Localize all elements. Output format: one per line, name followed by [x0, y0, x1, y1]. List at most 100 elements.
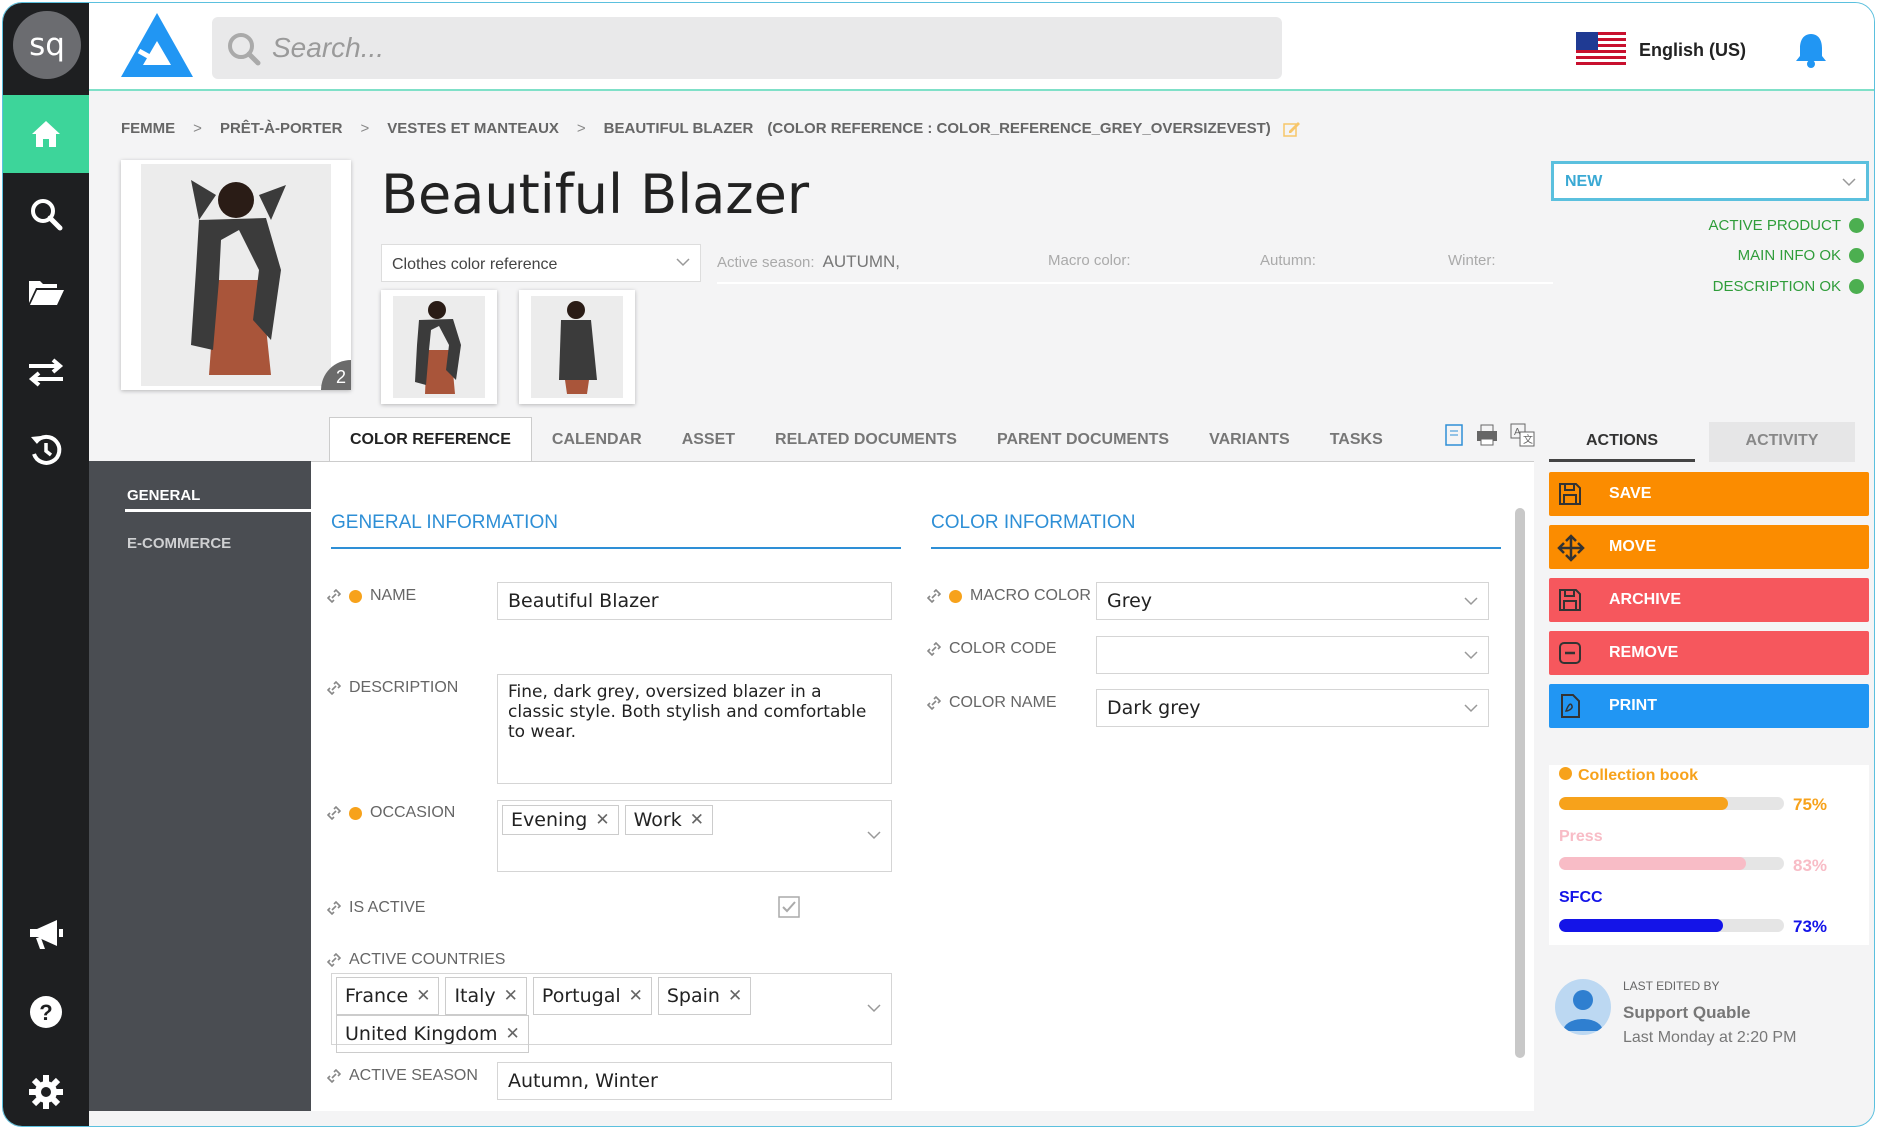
- language-selector[interactable]: English (US): [1639, 40, 1746, 61]
- translate-icon[interactable]: A文: [1510, 423, 1536, 447]
- status-check: DESCRIPTION OK: [1713, 278, 1864, 295]
- svg-text:文: 文: [1523, 433, 1533, 446]
- progress-sfcc-name: SFCC: [1559, 889, 1603, 906]
- link-icon: [927, 589, 941, 603]
- nav-transfer-button[interactable]: [3, 333, 89, 411]
- link-icon: [327, 589, 341, 603]
- progress-fill: [1559, 919, 1724, 932]
- search-input[interactable]: [272, 29, 1172, 67]
- remove-chip-icon[interactable]: ✕: [595, 810, 609, 830]
- history-icon: [31, 434, 62, 465]
- active-countries-multiselect[interactable]: France ✕ Italy ✕ Portugal ✕ Spain ✕ United Kingd…: [331, 973, 892, 1053]
- notification-bell-icon[interactable]: [1792, 31, 1830, 69]
- tab-asset[interactable]: ASSET: [662, 417, 755, 461]
- remove-chip-icon[interactable]: ✕: [504, 981, 518, 1011]
- tab-calendar[interactable]: CALENDAR: [532, 417, 662, 461]
- description-label: DESCRIPTION: [327, 679, 458, 697]
- breadcrumb: FEMME > PRÊT-À-PORTER > VESTES ET MANTEA…: [121, 120, 1301, 137]
- remove-chip-icon[interactable]: ✕: [506, 1019, 520, 1049]
- tab-color-reference[interactable]: COLOR REFERENCE: [329, 417, 532, 461]
- edit-icon[interactable]: [1283, 121, 1301, 137]
- us-flag-icon[interactable]: [1576, 32, 1626, 68]
- remove-chip-icon[interactable]: ✕: [690, 810, 704, 830]
- save-button[interactable]: SAVE: [1549, 472, 1869, 516]
- occasion-multiselect[interactable]: Evening ✕ Work ✕: [497, 800, 892, 872]
- tab-tasks[interactable]: TASKS: [1310, 417, 1403, 461]
- subnav-e-commerce[interactable]: E-COMMERCE: [127, 535, 231, 552]
- left-navigation: sq ?: [3, 3, 89, 1126]
- user-avatar[interactable]: sq: [13, 11, 81, 79]
- description-textarea[interactable]: Fine, dark grey, oversized blazer in a c…: [497, 674, 892, 784]
- link-icon: [327, 1069, 341, 1083]
- workflow-status-select[interactable]: NEW: [1551, 161, 1869, 201]
- name-input[interactable]: Beautiful Blazer: [497, 582, 892, 620]
- progress-collection-book-percent: 75%: [1793, 795, 1828, 814]
- status-ok-dot: [1849, 279, 1864, 294]
- status-ok-dot: [1849, 248, 1864, 263]
- nav-folders-button[interactable]: [3, 253, 89, 331]
- active-season-input[interactable]: Autumn, Winter: [497, 1062, 892, 1100]
- gear-icon: [29, 1075, 63, 1109]
- document-icon[interactable]: [1444, 423, 1464, 447]
- remove-chip-icon[interactable]: ✕: [416, 981, 430, 1011]
- chevron-down-icon: [1464, 704, 1478, 713]
- breadcrumb-item[interactable]: FEMME: [121, 120, 175, 137]
- chevron-down-icon: [867, 1004, 881, 1013]
- product-thumbnail[interactable]: [381, 290, 497, 404]
- move-icon: [1557, 534, 1585, 562]
- breadcrumb-item[interactable]: VESTES ET MANTEAUX: [387, 120, 559, 137]
- search-bar[interactable]: [212, 17, 1282, 79]
- subnav-general[interactable]: GENERAL: [127, 487, 200, 504]
- reference-type-select[interactable]: Clothes color reference: [381, 244, 701, 282]
- nav-home-button[interactable]: [3, 95, 89, 173]
- tab-activity[interactable]: ACTIVITY: [1709, 422, 1855, 462]
- macro-color-select[interactable]: Grey: [1096, 582, 1489, 620]
- product-thumbnail[interactable]: [519, 290, 635, 404]
- country-chip: Italy ✕: [445, 977, 527, 1015]
- progress-collection-book-name: Collection book: [1559, 767, 1698, 785]
- thumbnail-back-photo: [531, 296, 623, 398]
- nav-settings-button[interactable]: [3, 1053, 89, 1126]
- nav-announcements-button[interactable]: [3, 895, 89, 973]
- archive-button[interactable]: ARCHIVE: [1549, 578, 1869, 622]
- form-scrollbar[interactable]: [1515, 508, 1525, 1058]
- print-preview-icon[interactable]: [1474, 423, 1500, 447]
- progress-sfcc-bar: [1559, 919, 1784, 932]
- svg-text:?: ?: [39, 1000, 52, 1025]
- breadcrumb-item[interactable]: PRÊT-À-PORTER: [220, 120, 343, 137]
- chevron-down-icon: [1464, 597, 1478, 606]
- remove-chip-icon[interactable]: ✕: [629, 981, 643, 1011]
- occasion-chip: Work ✕: [624, 805, 713, 835]
- macro-color-label: MACRO COLOR: [927, 587, 1091, 605]
- link-icon: [327, 953, 341, 967]
- nav-search-button[interactable]: [3, 175, 89, 253]
- progress-collection-book-bar: [1559, 797, 1784, 810]
- nav-help-button[interactable]: ?: [3, 973, 89, 1051]
- tab-parent-documents[interactable]: PARENT DOCUMENTS: [977, 417, 1189, 461]
- nav-history-button[interactable]: [3, 411, 89, 489]
- breadcrumb-separator: >: [576, 120, 586, 137]
- product-photo: [141, 164, 331, 386]
- progress-fill: [1559, 857, 1746, 870]
- help-icon: ?: [30, 996, 62, 1028]
- app-logo[interactable]: [119, 11, 195, 84]
- color-code-select[interactable]: [1096, 636, 1489, 674]
- remove-button[interactable]: REMOVE: [1549, 631, 1869, 675]
- occasion-label: OCCASION: [327, 804, 455, 822]
- tab-variants[interactable]: VARIANTS: [1189, 417, 1310, 461]
- main-product-image[interactable]: 2: [121, 160, 351, 390]
- last-edited-card: LAST EDITED BY Support Quable Last Monda…: [1549, 973, 1869, 1063]
- is-active-checkbox[interactable]: [778, 896, 800, 918]
- color-name-select[interactable]: Dark grey: [1096, 689, 1489, 727]
- print-button[interactable]: PRINT: [1549, 684, 1869, 728]
- status-check: ACTIVE PRODUCT: [1708, 217, 1864, 234]
- tab-related-documents[interactable]: RELATED DOCUMENTS: [755, 417, 977, 461]
- required-dot: [949, 589, 962, 603]
- macro-color-summary: Macro color:: [1048, 252, 1131, 269]
- remove-chip-icon[interactable]: ✕: [728, 981, 742, 1011]
- move-button[interactable]: MOVE: [1549, 525, 1869, 569]
- thumbnail-front-photo: [393, 296, 485, 398]
- progress-press-bar: [1559, 857, 1784, 870]
- tab-actions[interactable]: ACTIONS: [1549, 422, 1695, 462]
- breadcrumb-item-current: BEAUTIFUL BLAZER: [603, 120, 754, 137]
